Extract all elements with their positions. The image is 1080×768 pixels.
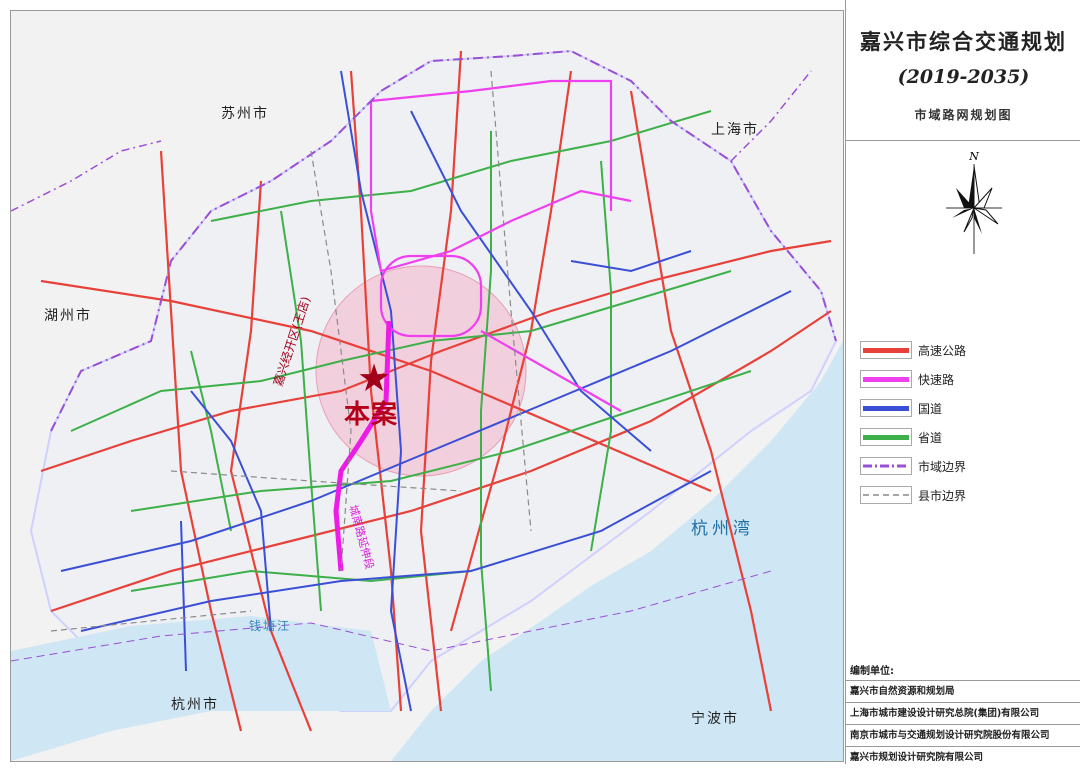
water-label-hangzhou-bay: 杭州湾	[691, 519, 754, 539]
legend-label: 县市边界	[918, 488, 967, 503]
legend-label: 省道	[918, 430, 943, 445]
neighbor-label-hangzhou: 杭州市	[171, 697, 219, 713]
legend-item-national-road: 国道	[860, 394, 966, 422]
credit-row: 嘉兴市自然资源和规划局	[846, 680, 1080, 702]
legend-item-express-road: 快速路	[860, 365, 966, 393]
plan-period: (2019-2035)	[897, 66, 1030, 88]
neighbor-label-ningbo: 宁波市	[691, 711, 739, 727]
qiantang-river-water	[11, 616, 391, 761]
legend-label: 高速公路	[918, 343, 967, 358]
project-label: 本案	[344, 400, 399, 430]
legend-swatch	[860, 341, 912, 359]
project-star-icon[interactable]: ★	[357, 359, 391, 397]
legend-swatch	[860, 486, 912, 504]
credits-heading: 编制单位:	[850, 666, 894, 677]
project-zone-circle	[315, 265, 527, 477]
legend-swatch	[860, 370, 912, 388]
legend-swatch-line	[863, 434, 909, 440]
legend-swatch	[860, 399, 912, 417]
neighbor-label-huzhou: 湖州市	[44, 308, 92, 324]
credit-row: 南京市城市与交通规划设计研究院股份有限公司	[846, 724, 1080, 746]
neighbor-label-shanghai: 上海市	[711, 122, 759, 138]
north-arrow-icon: N	[946, 150, 1002, 254]
title-box: 嘉兴市综合交通规划 (2019-2035) 市域路网规划图	[846, 0, 1080, 141]
credit-row: 嘉兴市规划设计研究院有限公司	[846, 746, 1080, 768]
legend-item-provincial-road: 省道	[860, 423, 966, 451]
credits: 编制单位: 嘉兴市自然资源和规划局 上海市城市建设设计研究总院(集团)有限公司 …	[846, 662, 1080, 768]
plan-title: 嘉兴市综合交通规划	[860, 29, 1067, 54]
legend-label: 国道	[918, 401, 943, 416]
legend-swatch-dashdot	[863, 464, 909, 468]
legend-swatch-line	[863, 405, 909, 411]
legend-swatch	[860, 457, 912, 475]
water-label-qiantang: 钱塘江	[249, 619, 292, 633]
legend-label: 快速路	[918, 372, 955, 387]
legend-item-city-boundary: 市域边界	[860, 452, 966, 480]
plan-subtitle: 市域路网规划图	[914, 108, 1013, 122]
legend-label: 市域边界	[918, 459, 967, 474]
credit-row: 上海市城市建设设计研究总院(集团)有限公司	[846, 702, 1080, 724]
legend: 高速公路 快速路 国道 省道 市域边界 县市边界	[860, 336, 966, 510]
legend-swatch-line	[863, 376, 909, 382]
legend-swatch-line	[863, 347, 909, 353]
legend-swatch-dashed	[863, 494, 909, 496]
side-panel: 嘉兴市综合交通规划 (2019-2035) 市域路网规划图 N 高速公路 快速路	[845, 0, 1080, 764]
legend-swatch	[860, 428, 912, 446]
legend-item-expressway: 高速公路	[860, 336, 966, 364]
compass-label: N	[968, 150, 979, 163]
neighbor-label-suzhou: 苏州市	[221, 106, 269, 122]
map-panel[interactable]: 苏州市 上海市 湖州市 杭州市 宁波市 杭州湾 钱塘江 ★ 本案 嘉兴经开区(王…	[10, 10, 844, 762]
legend-item-county-boundary: 县市边界	[860, 481, 966, 509]
